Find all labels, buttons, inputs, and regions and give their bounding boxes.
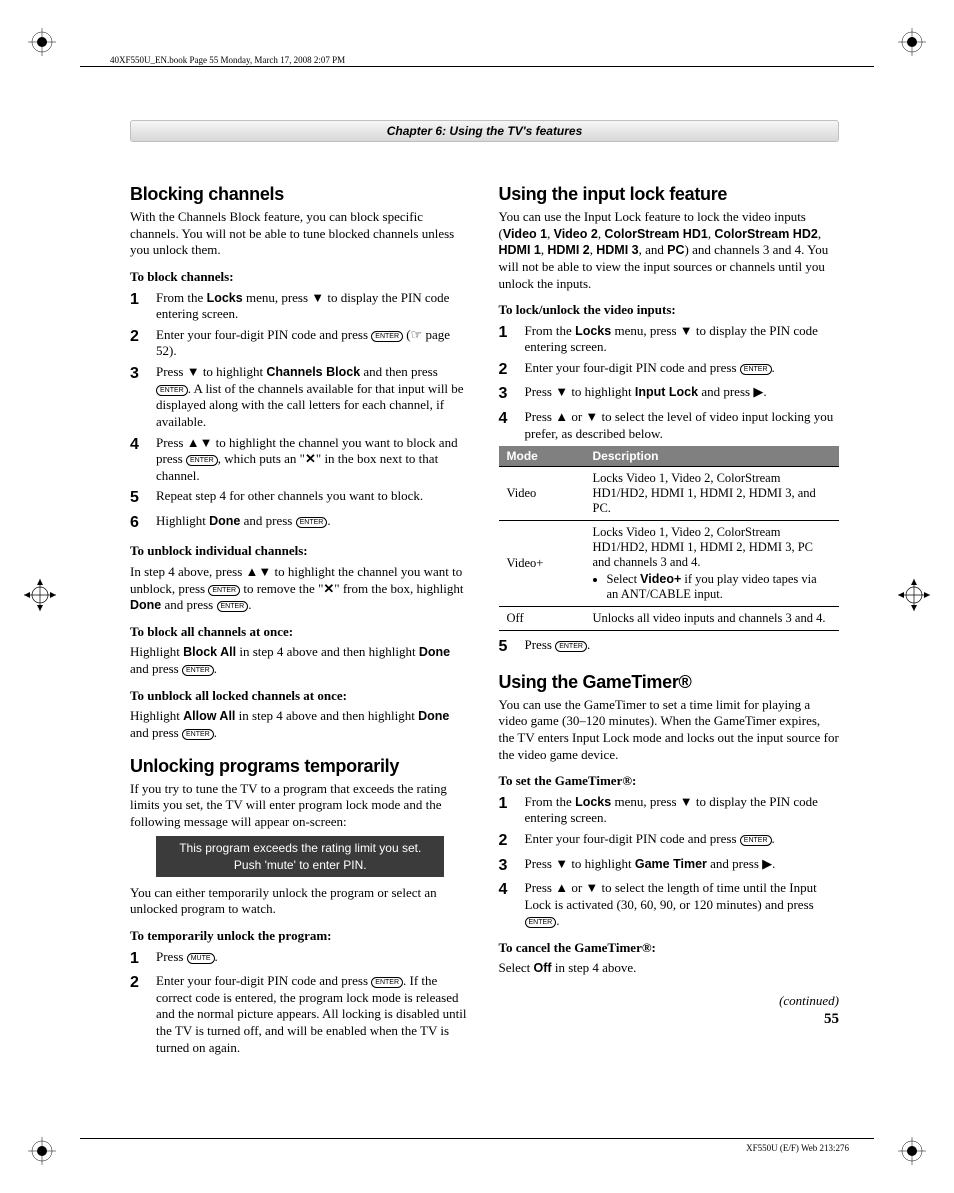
subheading: To cancel the GameTimer®: (499, 940, 840, 957)
step-number: 2 (130, 327, 146, 360)
step-number: 4 (130, 435, 146, 485)
enter-button-icon: ENTER (555, 641, 587, 652)
step-text: Press ENTER. (525, 637, 840, 657)
x-mark-icon: ✕ (305, 451, 316, 466)
subheading: To unblock all locked channels at once: (130, 688, 471, 705)
enter-button-icon: ENTER (371, 977, 403, 988)
footer-rule (80, 1138, 874, 1139)
step-text: Press ▲▼ to highlight the channel you wa… (156, 435, 471, 485)
step-text: Enter your four-digit PIN code and press… (525, 831, 840, 851)
enter-button-icon: ENTER (525, 917, 557, 928)
body-text: Select Off in step 4 above. (499, 960, 840, 977)
step-text: Press ▲ or ▼ to select the length of tim… (525, 880, 840, 930)
step-number: 5 (499, 637, 515, 657)
step-number: 2 (499, 831, 515, 851)
step-text: Press ▼ to highlight Input Lock and pres… (525, 384, 840, 404)
header-rule (80, 66, 874, 67)
enter-button-icon: ENTER (156, 385, 188, 396)
step-text: Press ▲ or ▼ to select the level of vide… (525, 409, 840, 442)
heading-blocking-channels: Blocking channels (130, 184, 471, 205)
step-number: 3 (499, 856, 515, 876)
step-number: 1 (499, 323, 515, 356)
table-header: Description (585, 446, 840, 467)
step-text: Enter your four-digit PIN code and press… (156, 973, 471, 1056)
step-text: Press ▼ to highlight Game Timer and pres… (525, 856, 840, 876)
heading-input-lock: Using the input lock feature (499, 184, 840, 205)
x-mark-icon: ✕ (323, 581, 334, 596)
step-number: 4 (499, 409, 515, 442)
crop-mark-icon (28, 28, 56, 56)
subheading: To block all channels at once: (130, 624, 471, 641)
subheading: To lock/unlock the video inputs: (499, 302, 840, 319)
table-cell: Video (499, 467, 585, 521)
body-text: You can use the Input Lock feature to lo… (499, 209, 840, 292)
crop-mark-icon (898, 28, 926, 56)
step-number: 1 (130, 949, 146, 969)
step-number: 2 (499, 360, 515, 380)
crop-mark-icon (898, 1137, 926, 1165)
subheading: To block channels: (130, 269, 471, 286)
step-text: Press ▼ to highlight Channels Block and … (156, 364, 471, 431)
body-text: In step 4 above, press ▲▼ to highlight t… (130, 564, 471, 614)
mode-table: ModeDescription VideoLocks Video 1, Vide… (499, 446, 840, 631)
registration-mark-icon (894, 575, 934, 619)
step-text: From the Locks menu, press ▼ to display … (525, 794, 840, 827)
step-number: 6 (130, 513, 146, 533)
step-number: 1 (130, 290, 146, 323)
table-cell: Locks Video 1, Video 2, ColorStream HD1/… (585, 521, 840, 607)
enter-button-icon: ENTER (217, 601, 249, 612)
page-number: 55 (499, 1011, 840, 1028)
subheading: To unblock individual channels: (130, 543, 471, 560)
subheading: To temporarily unlock the program: (130, 928, 471, 945)
enter-button-icon: ENTER (740, 364, 772, 375)
enter-button-icon: ENTER (182, 729, 214, 740)
heading-unlocking-programs: Unlocking programs temporarily (130, 756, 471, 777)
registration-mark-icon (20, 575, 60, 619)
body-text: You can either temporarily unlock the pr… (130, 885, 471, 918)
step-text: From the Locks menu, press ▼ to display … (156, 290, 471, 323)
step-number: 1 (499, 794, 515, 827)
step-text: Enter your four-digit PIN code and press… (525, 360, 840, 380)
enter-button-icon: ENTER (208, 585, 240, 596)
table-cell: Off (499, 607, 585, 631)
step-number: 2 (130, 973, 146, 1056)
step-text: Repeat step 4 for other channels you wan… (156, 488, 471, 508)
subheading: To set the GameTimer®: (499, 773, 840, 790)
enter-button-icon: ENTER (186, 455, 218, 466)
table-cell: Locks Video 1, Video 2, ColorStream HD1/… (585, 467, 840, 521)
crop-mark-icon (28, 1137, 56, 1165)
chapter-title: Chapter 6: Using the TV's features (130, 120, 839, 142)
step-number: 3 (130, 364, 146, 431)
step-text: From the Locks menu, press ▼ to display … (525, 323, 840, 356)
step-text: Enter your four-digit PIN code and press… (156, 327, 471, 360)
enter-button-icon: ENTER (740, 835, 772, 846)
body-text: You can use the GameTimer to set a time … (499, 697, 840, 764)
table-header: Mode (499, 446, 585, 467)
header-metadata: 40XF550U_EN.book Page 55 Monday, March 1… (110, 55, 345, 65)
step-number: 5 (130, 488, 146, 508)
table-cell: Unlocks all video inputs and channels 3 … (585, 607, 840, 631)
body-text: With the Channels Block feature, you can… (130, 209, 471, 259)
enter-button-icon: ENTER (296, 517, 328, 528)
mute-button-icon: MUTE (187, 953, 215, 964)
step-number: 3 (499, 384, 515, 404)
continued-label: (continued) (499, 993, 840, 1009)
step-text: Highlight Done and press ENTER. (156, 513, 471, 533)
body-text: Highlight Allow All in step 4 above and … (130, 708, 471, 741)
onscreen-message: This program exceeds the rating limit yo… (156, 836, 444, 876)
enter-button-icon: ENTER (182, 665, 214, 676)
step-text: Press MUTE. (156, 949, 471, 969)
body-text: If you try to tune the TV to a program t… (130, 781, 471, 831)
footer-text: XF550U (E/F) Web 213:276 (746, 1143, 849, 1153)
table-cell: Video+ (499, 521, 585, 607)
step-number: 4 (499, 880, 515, 930)
enter-button-icon: ENTER (371, 331, 403, 342)
heading-gametimer: Using the GameTimer® (499, 672, 840, 693)
body-text: Highlight Block All in step 4 above and … (130, 644, 471, 677)
